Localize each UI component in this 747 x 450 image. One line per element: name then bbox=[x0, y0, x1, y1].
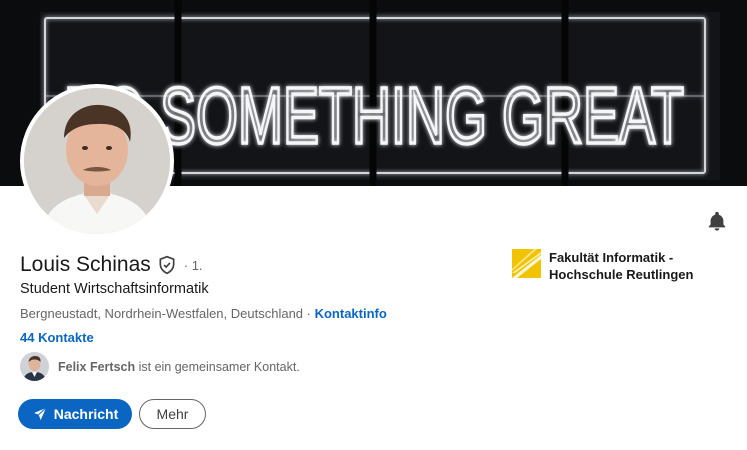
mutual-connection[interactable]: Felix Fertsch ist ein gemeinsamer Kontak… bbox=[20, 352, 300, 381]
profile-name: Louis Schinas bbox=[20, 253, 151, 276]
school-name: Fakultät Informatik - Hochschule Reutlin… bbox=[549, 250, 694, 282]
message-button-label: Nachricht bbox=[53, 406, 119, 422]
location-text: Bergneustadt, Nordrhein-Westfalen, Deuts… bbox=[20, 306, 304, 321]
shield-check-icon[interactable] bbox=[157, 255, 177, 275]
more-button[interactable]: Mehr bbox=[139, 399, 206, 429]
location-separator: · bbox=[303, 306, 315, 321]
name-row: Louis Schinas · 1. bbox=[20, 253, 203, 277]
mutual-connection-suffix: ist ein gemeinsamer Kontakt. bbox=[135, 359, 300, 374]
mutual-connection-text: Felix Fertsch ist ein gemeinsamer Kontak… bbox=[58, 360, 300, 374]
connections-link[interactable]: 44 Kontakte bbox=[20, 330, 94, 345]
contact-info-link[interactable]: Kontaktinfo bbox=[315, 306, 387, 321]
university-logo bbox=[512, 249, 541, 278]
mutual-connection-name[interactable]: Felix Fertsch bbox=[58, 360, 135, 374]
profile-headline: Student Wirtschaftsinformatik bbox=[20, 281, 209, 297]
mutual-avatar bbox=[20, 352, 49, 381]
message-button[interactable]: Nachricht bbox=[18, 399, 132, 429]
education-entry[interactable]: Fakultät Informatik - Hochschule Reutlin… bbox=[512, 249, 699, 283]
bell-icon[interactable] bbox=[706, 210, 728, 232]
paper-plane-icon bbox=[33, 407, 47, 420]
location-row: Bergneustadt, Nordrhein-Westfalen, Deuts… bbox=[20, 306, 387, 321]
profile-photo[interactable] bbox=[20, 84, 174, 238]
connection-degree: · 1. bbox=[183, 257, 203, 273]
